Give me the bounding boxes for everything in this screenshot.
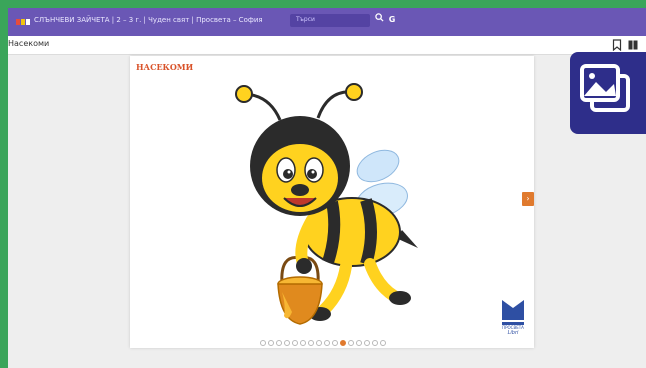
pagination-dot[interactable] xyxy=(260,340,266,346)
app-frame: СЛЪНЧЕВИ ЗАЙЧЕТА | 2 – 3 г. | Чуден свят… xyxy=(8,8,646,368)
pagination-dot[interactable] xyxy=(348,340,354,346)
pagination-dot[interactable] xyxy=(324,340,330,346)
section-bar: Насекоми xyxy=(8,36,646,55)
next-slide-button[interactable]: › xyxy=(522,192,534,206)
images-icon xyxy=(580,64,630,112)
search-placeholder: Търси xyxy=(296,16,315,23)
slide-pagination xyxy=(0,340,646,352)
pagination-dot[interactable] xyxy=(340,340,346,346)
publisher-logo: ПРОСВЕТА Libri xyxy=(502,300,524,336)
publisher-line2: Libri xyxy=(508,330,519,336)
pagination-dot[interactable] xyxy=(268,340,274,346)
pagination-dot[interactable] xyxy=(276,340,282,346)
app-title: СЛЪНЧЕВИ ЗАЙЧЕТА | 2 – 3 г. | Чуден свят… xyxy=(34,16,263,24)
gallery-button[interactable] xyxy=(570,52,646,134)
g-button[interactable]: G xyxy=(386,13,398,27)
logo xyxy=(16,19,30,25)
pagination-dot[interactable] xyxy=(300,340,306,346)
top-bar: СЛЪНЧЕВИ ЗАЙЧЕТА | 2 – 3 г. | Чуден свят… xyxy=(8,8,646,36)
columns-icon[interactable] xyxy=(628,40,638,50)
bee-illustration xyxy=(235,83,418,325)
bookmark-icon[interactable] xyxy=(612,39,622,51)
pagination-dot[interactable] xyxy=(316,340,322,346)
search-icon[interactable] xyxy=(372,13,386,27)
pagination-dot[interactable] xyxy=(356,340,362,346)
pagination-dot[interactable] xyxy=(372,340,378,346)
search-input[interactable]: Търси xyxy=(290,14,370,27)
pagination-dot[interactable] xyxy=(308,340,314,346)
section-title: Насекоми xyxy=(8,39,50,48)
pagination-dot[interactable] xyxy=(332,340,338,346)
slide-title: НАСЕКОМИ xyxy=(136,62,194,72)
slide-card: НАСЕКОМИ ПРОСВЕТА Libri xyxy=(130,56,534,348)
pagination-dot[interactable] xyxy=(380,340,386,346)
pagination-dot[interactable] xyxy=(364,340,370,346)
pagination-dot[interactable] xyxy=(284,340,290,346)
pagination-dot[interactable] xyxy=(292,340,298,346)
